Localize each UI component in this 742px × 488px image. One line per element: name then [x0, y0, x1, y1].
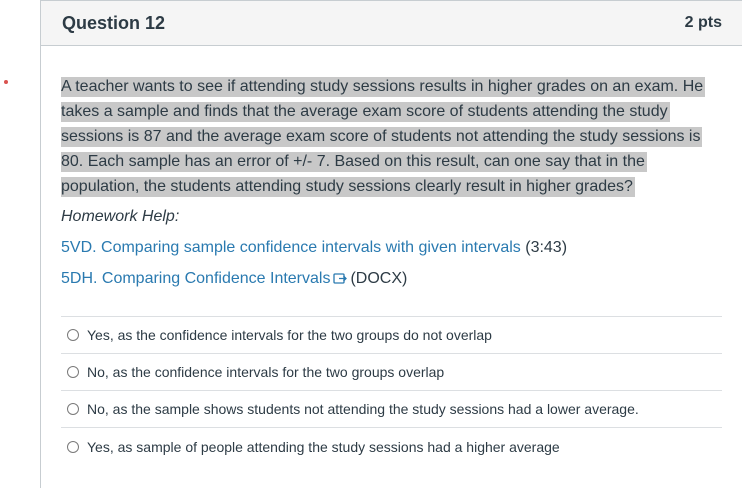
answer-label[interactable]: No, as the sample shows students not att…: [87, 401, 639, 417]
answer-option[interactable]: Yes, as sample of people attending the s…: [61, 428, 722, 465]
radio-button[interactable]: [67, 366, 79, 378]
answer-option[interactable]: No, as the confidence intervals for the …: [61, 354, 722, 391]
help-link-row-video: 5VD. Comparing sample confidence interva…: [61, 239, 742, 257]
answer-label[interactable]: Yes, as sample of people attending the s…: [87, 439, 560, 455]
radio-button[interactable]: [67, 440, 79, 453]
help-link-document[interactable]: 5DH. Comparing Confidence Intervals: [61, 270, 330, 287]
question-title: Question 12: [62, 12, 166, 33]
radio-button[interactable]: [67, 329, 79, 341]
answer-label[interactable]: Yes, as the confidence intervals for the…: [87, 327, 492, 343]
external-link-icon[interactable]: [333, 271, 348, 290]
question-text: A teacher wants to see if attending stud…: [61, 74, 721, 199]
unanswered-marker: [4, 80, 8, 84]
help-link-video-duration: (3:43): [525, 239, 568, 256]
help-link-document-type: (DOCX): [350, 270, 408, 287]
answer-option[interactable]: No, as the sample shows students not att…: [61, 391, 722, 428]
question-header: Question 12 2 pts: [41, 0, 742, 46]
answer-label[interactable]: No, as the confidence intervals for the …: [87, 364, 444, 380]
answer-option[interactable]: Yes, as the confidence intervals for the…: [61, 317, 722, 354]
homework-help-label: Homework Help:: [61, 208, 180, 225]
question-points: 2 pts: [684, 14, 722, 31]
question-text-highlighted: A teacher wants to see if attending stud…: [61, 77, 706, 197]
question-card: Question 12 2 pts A teacher wants to see…: [40, 0, 742, 488]
help-link-video[interactable]: 5VD. Comparing sample confidence interva…: [61, 239, 521, 256]
help-link-row-document: 5DH. Comparing Confidence Intervals (DOCX…: [61, 270, 742, 290]
answer-list: Yes, as the confidence intervals for the…: [61, 316, 722, 465]
radio-button[interactable]: [67, 403, 79, 415]
question-body: A teacher wants to see if attending stud…: [41, 46, 742, 290]
